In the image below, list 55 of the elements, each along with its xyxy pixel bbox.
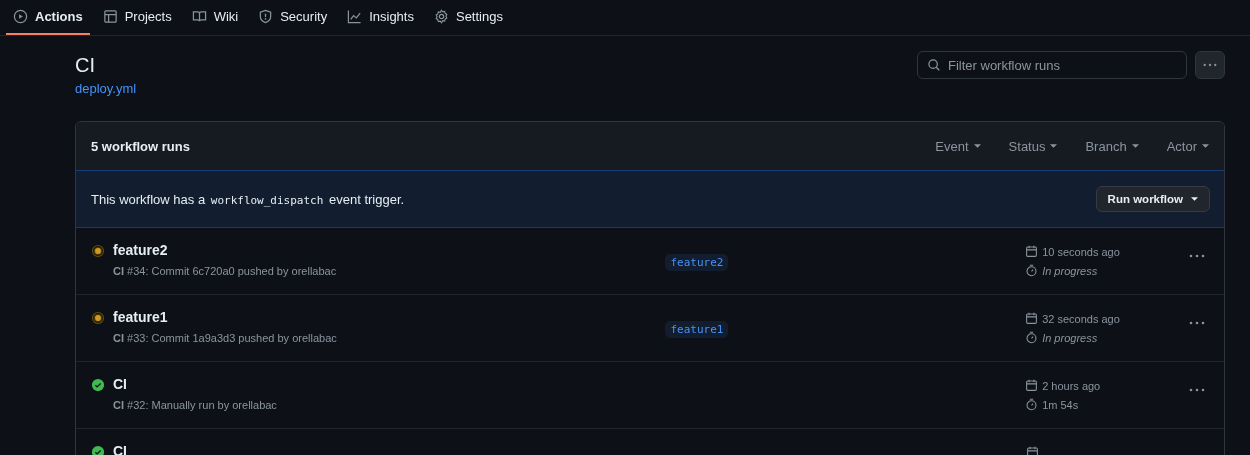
filter-dropdown[interactable]: Status bbox=[1008, 138, 1058, 154]
run-title-link[interactable]: feature1 bbox=[113, 309, 337, 325]
branch-label[interactable]: feature1 bbox=[665, 321, 729, 338]
table-icon bbox=[102, 9, 118, 24]
runs-count: 5 workflow runs bbox=[91, 138, 190, 154]
filter-dropdown[interactable]: Branch bbox=[1085, 138, 1139, 154]
filter-dropdown[interactable]: Event bbox=[935, 138, 981, 154]
nav-tab[interactable]: Security bbox=[251, 0, 335, 35]
nav-tab[interactable]: Insights bbox=[340, 0, 421, 35]
nav-tab[interactable]: Actions bbox=[6, 0, 90, 35]
run-duration: In progress bbox=[1042, 331, 1098, 344]
run-time: 32 seconds ago bbox=[1042, 312, 1120, 325]
run-time: 2 hours ago bbox=[1042, 379, 1101, 392]
run-duration: 1m 54s bbox=[1042, 398, 1079, 411]
search-icon bbox=[927, 58, 941, 72]
success-icon bbox=[91, 378, 105, 392]
workflow-title: CI bbox=[75, 54, 96, 77]
stopwatch-icon bbox=[1025, 398, 1039, 411]
kebab-icon bbox=[1189, 388, 1205, 392]
nav-tab[interactable]: Wiki bbox=[184, 0, 246, 35]
stopwatch-icon bbox=[1025, 264, 1039, 277]
workflow-file-link[interactable]: deploy.yml bbox=[75, 81, 137, 96]
run-details: CI #33: Commit 1a9a3d3 pushed by orellabac bbox=[113, 332, 337, 344]
caret-icon bbox=[973, 144, 981, 148]
run-details: CI #32: Manually run by orellabac bbox=[113, 399, 277, 411]
run-time: 10 seconds ago bbox=[1042, 245, 1120, 258]
nav-tab[interactable]: Projects bbox=[95, 0, 179, 35]
run-details: CI #34: Commit 6c720a0 pushed by orellabac bbox=[113, 265, 337, 277]
kebab-icon bbox=[1189, 254, 1205, 258]
search-field[interactable]: Filter workflow runs bbox=[917, 51, 1187, 79]
calendar-icon bbox=[1025, 379, 1039, 392]
calendar-icon bbox=[1025, 245, 1039, 258]
run-title-link[interactable]: feature2 bbox=[113, 242, 337, 258]
notice-text: This workflow has a workflow_dispatch event trigger. bbox=[91, 191, 405, 207]
filter-dropdown[interactable]: Actor bbox=[1166, 138, 1209, 154]
caret-icon bbox=[1191, 197, 1198, 201]
nav-tab[interactable]: Settings bbox=[426, 0, 510, 35]
kebab-icon bbox=[1203, 63, 1217, 67]
calendar-icon bbox=[1025, 312, 1039, 325]
run-duration: In progress bbox=[1042, 264, 1098, 277]
run-workflow-button[interactable]: Run workflow bbox=[1095, 186, 1210, 212]
stopwatch-icon bbox=[1025, 331, 1039, 344]
caret-icon bbox=[1131, 144, 1139, 148]
shield-icon bbox=[258, 9, 274, 24]
in-progress-icon bbox=[91, 311, 105, 325]
caret-icon bbox=[1202, 144, 1209, 148]
branch-label[interactable]: feature2 bbox=[665, 254, 729, 271]
kebab-icon bbox=[1189, 321, 1205, 325]
caret-icon bbox=[1050, 144, 1058, 148]
in-progress-icon bbox=[91, 244, 105, 258]
book-icon bbox=[191, 9, 207, 24]
run-title-link[interactable]: CI bbox=[113, 376, 277, 392]
settings-icon bbox=[433, 9, 449, 24]
play-icon bbox=[13, 9, 28, 24]
graph-icon bbox=[347, 9, 363, 24]
